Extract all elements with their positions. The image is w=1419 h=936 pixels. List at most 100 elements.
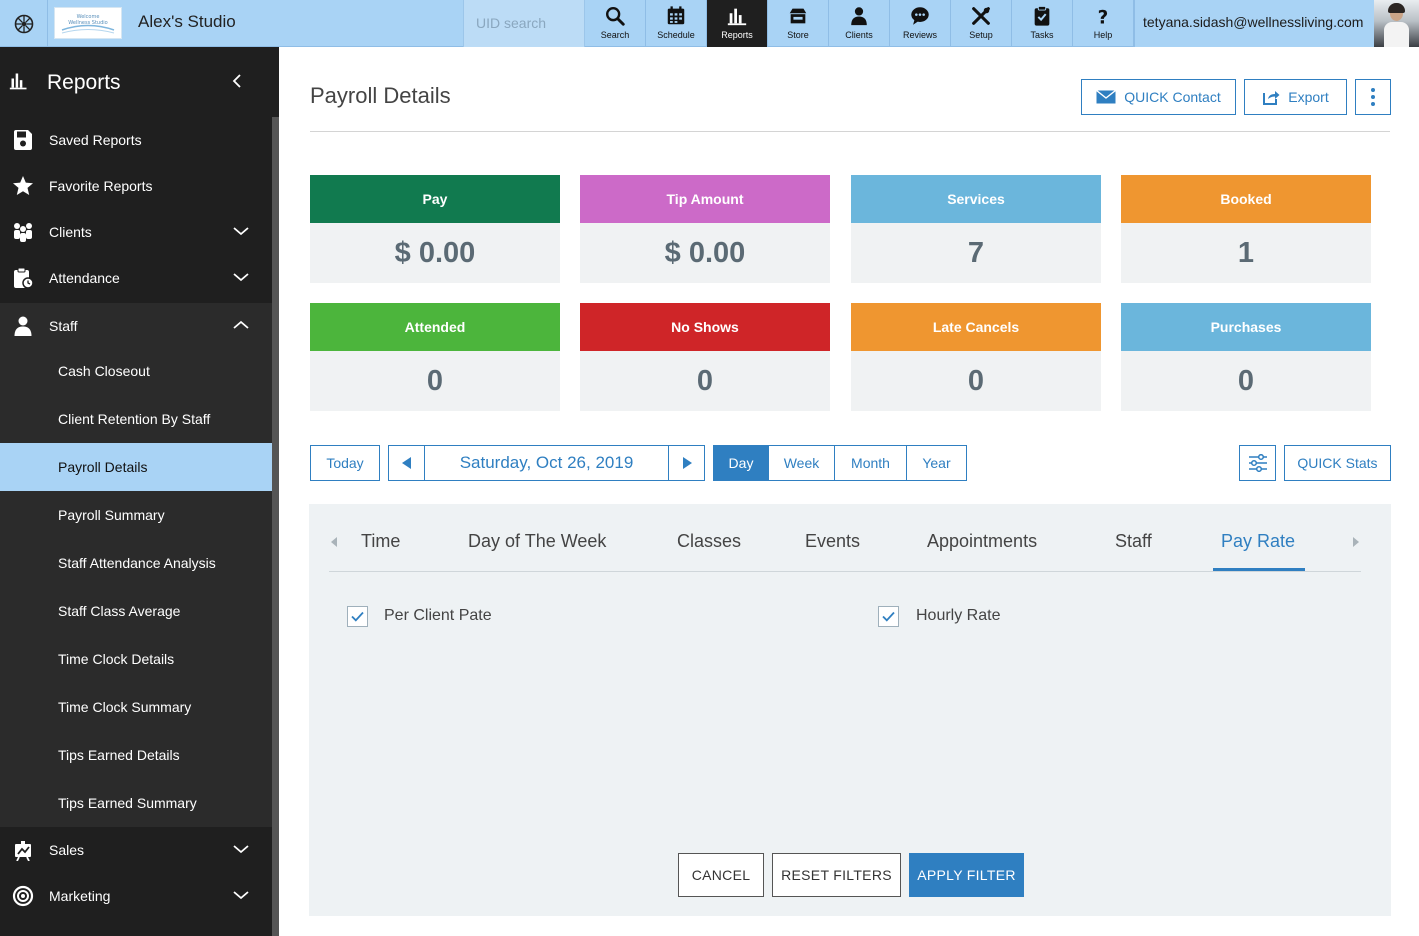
stat-card-title: Tip Amount [580,175,830,223]
stat-card-value: 1 [1237,236,1255,269]
wellness-logo-icon[interactable] [0,0,48,47]
tools-icon [972,7,990,25]
sidebar: Reports Saved Reports Favorite Reports C… [0,47,279,936]
previous-date-button[interactable] [388,445,425,481]
studio-logo[interactable]: Welcome Wellness Studio [54,7,122,39]
sidebar-item-saved-reports[interactable]: Saved Reports [0,117,272,163]
tab-staff[interactable]: Staff [1115,531,1152,552]
person-icon [14,316,32,336]
avatar[interactable] [1374,0,1419,47]
sidebar-item-label: Sales [49,842,85,858]
target-icon [12,885,34,907]
stat-card-services: Services 7 [851,175,1101,283]
sidebar-subitem-time-clock-summary[interactable]: Time Clock Summary [0,683,272,731]
stat-card-title: Pay [310,175,560,223]
quick-stats-button[interactable]: QUICK Stats [1284,445,1391,481]
stat-card-tip-amount: Tip Amount $ 0.00 [580,175,830,283]
stat-card-title: Late Cancels [851,303,1101,351]
sidebar-item-staff[interactable]: Staff [0,303,272,349]
sidebar-subitem-staff-attendance-analysis[interactable]: Staff Attendance Analysis [0,539,272,587]
checkmark-icon [351,611,364,622]
nav-store[interactable]: Store [768,0,829,47]
sidebar-item-clients[interactable]: Clients [0,209,272,255]
bar-chart-icon [9,73,27,90]
page-title: Payroll Details [310,83,451,108]
chevron-down-icon [233,891,249,900]
sidebar-subitem-label: Payroll Summary [58,507,165,523]
current-date-display[interactable]: Saturday, Oct 26, 2019 [424,445,669,481]
sidebar-subitem-label: Staff Attendance Analysis [58,555,216,571]
sidebar-subitem-staff-class-average[interactable]: Staff Class Average [0,587,272,635]
sidebar-subitem-label: Time Clock Details [58,651,175,667]
nav-clients[interactable]: Clients [829,0,890,47]
filter-settings-button[interactable] [1239,445,1276,481]
nav-reports[interactable]: Reports [707,0,768,47]
arrow-left-icon [401,457,411,469]
nav-label: Search [600,30,630,40]
sidebar-subitem-client-retention[interactable]: Client Retention By Staff [0,395,272,443]
nav-tasks[interactable]: Tasks [1012,0,1073,47]
nav-setup[interactable]: Setup [951,0,1012,47]
stat-card-title: Purchases [1121,303,1371,351]
cancel-button[interactable]: CANCEL [678,853,764,897]
period-year[interactable]: Year [907,446,966,480]
period-week[interactable]: Week [769,446,835,480]
per-client-rate-label: Per Client Pate [384,607,492,624]
today-button[interactable]: Today [310,445,380,481]
nav-reviews[interactable]: Reviews [890,0,951,47]
tabs-scroll-left-icon[interactable] [331,537,337,547]
hourly-rate-checkbox[interactable] [878,606,899,627]
sidebar-subitem-time-clock-details[interactable]: Time Clock Details [0,635,272,683]
period-day[interactable]: Day [714,446,769,480]
stat-card-title: Attended [310,303,560,351]
tab-classes[interactable]: Classes [677,531,741,552]
sidebar-subitem-payroll-details[interactable]: Payroll Details [0,443,272,491]
sidebar-item-sales[interactable]: Sales [0,827,272,873]
sidebar-item-marketing[interactable]: Marketing [0,873,272,919]
main-content: Payroll Details QUICK Contact Export Pay… [279,47,1419,936]
tab-events[interactable]: Events [805,531,860,552]
save-icon [14,130,32,150]
export-button[interactable]: Export [1244,79,1347,115]
sidebar-subitem-cash-closeout[interactable]: Cash Closeout [0,347,272,395]
reset-filters-button[interactable]: RESET FILTERS [772,853,901,897]
sidebar-item-favorite-reports[interactable]: Favorite Reports [0,163,272,209]
chevron-up-icon [233,320,249,329]
nav-search[interactable]: Search [585,0,646,47]
sidebar-scrollbar[interactable] [272,117,279,936]
sidebar-item-attendance[interactable]: Attendance [0,255,272,301]
apply-filter-button[interactable]: APPLY FILTER [909,853,1024,897]
sidebar-subitem-tips-earned-summary[interactable]: Tips Earned Summary [0,779,272,827]
sidebar-header: Reports [0,47,272,117]
stat-card-booked: Booked 1 [1121,175,1371,283]
user-email[interactable]: tetyana.sidash@wellnessliving.com [1134,0,1374,47]
active-tab-indicator [1213,568,1305,571]
quick-contact-button[interactable]: QUICK Contact [1081,79,1236,115]
period-month[interactable]: Month [835,446,907,480]
stat-card-value: 0 [1237,364,1255,397]
nav-schedule[interactable]: Schedule [646,0,707,47]
filter-tabs: Time Day of The Week Classes Events Appo… [329,504,1361,572]
nav-help[interactable]: ? Help [1073,0,1134,47]
sidebar-subitem-payroll-summary[interactable]: Payroll Summary [0,491,272,539]
stat-card-value: 0 [426,364,444,397]
tab-day-of-week[interactable]: Day of The Week [468,531,606,552]
sidebar-subitem-label: Tips Earned Details [58,747,180,763]
stat-card-value: $ 0.00 [394,236,476,269]
tab-time[interactable]: Time [361,531,400,552]
tab-pay-rate[interactable]: Pay Rate [1221,531,1295,552]
studio-name[interactable]: Alex's Studio [138,12,236,32]
per-client-rate-checkbox[interactable] [347,606,368,627]
sidebar-subitem-tips-earned-details[interactable]: Tips Earned Details [0,731,272,779]
collapse-sidebar-icon[interactable] [230,71,244,91]
uid-search-input[interactable]: UID search [463,0,585,47]
stat-card-late-cancels: Late Cancels 0 [851,303,1101,411]
next-date-button[interactable] [668,445,705,481]
tabs-scroll-right-icon[interactable] [1353,537,1359,547]
stat-card-purchases: Purchases 0 [1121,303,1371,411]
sidebar-subitem-label: Tips Earned Summary [58,795,197,811]
more-options-button[interactable] [1355,79,1391,115]
tab-appointments[interactable]: Appointments [927,531,1037,552]
top-bar: Welcome Wellness Studio Alex's Studio UI… [0,0,1419,47]
title-divider [310,131,1390,132]
